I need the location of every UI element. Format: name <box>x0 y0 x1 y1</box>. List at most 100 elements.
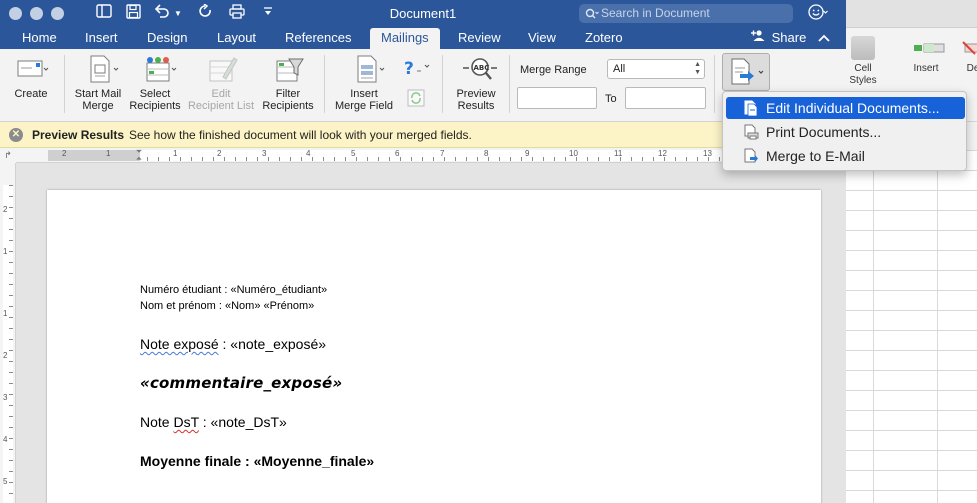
excel-delete-button[interactable]: De <box>958 36 977 75</box>
excel-cell-styles-label-2: Styles <box>849 75 877 86</box>
edit-recipient-list-label-2: Recipient List <box>187 100 255 112</box>
ruler-number: 11 <box>614 149 623 158</box>
undo-dropdown-chevron-icon[interactable]: ▼ <box>172 4 184 23</box>
indent-marker-icon[interactable]: ⏷ ⏶ <box>133 148 145 163</box>
tab-stop-selector-icon[interactable]: ↱ <box>0 148 16 163</box>
ruler-number: 6 <box>395 149 400 158</box>
excel-cell-styles-label-1: Cell <box>854 63 872 74</box>
search-input[interactable]: Search in Document <box>579 4 793 23</box>
insert-merge-field-label-2: Merge Field <box>334 100 394 112</box>
envelope-label-icon <box>15 53 49 85</box>
customize-toolbar-icon[interactable] <box>258 4 278 23</box>
filter-recipients-label-1: Filter <box>275 88 301 100</box>
tab-mailings[interactable]: Mailings <box>370 28 440 49</box>
excel-cell-grid[interactable] <box>846 150 977 503</box>
title-bar: ▼ Document1 Search in Document <box>0 0 846 27</box>
svg-text:?: ? <box>404 59 414 79</box>
close-window-button[interactable] <box>9 7 22 20</box>
update-labels-button[interactable] <box>400 87 434 112</box>
line-note-dst[interactable]: Note DsT : «note_DsT» <box>140 414 287 430</box>
zoom-window-button[interactable] <box>51 7 64 20</box>
message-bar-title: Preview Results <box>32 128 125 142</box>
tab-references[interactable]: References <box>285 27 351 49</box>
menu-item-print-label: Print Documents... <box>766 124 882 140</box>
excel-insert-button[interactable]: Insert <box>904 36 948 75</box>
print-icon[interactable] <box>227 4 247 23</box>
merge-range-select[interactable]: All ▲ ▼ <box>607 59 705 79</box>
ruler-number: 12 <box>658 149 667 158</box>
document-canvas[interactable]: Numéro étudiant : «Numéro_étudiant» Nom … <box>17 164 846 503</box>
ruler-number: 8 <box>484 149 489 158</box>
merge-range-to-input[interactable] <box>625 87 706 109</box>
start-mail-merge-button[interactable]: Start Mail Merge <box>70 53 126 112</box>
select-stepper-icon: ▲ ▼ <box>694 61 701 76</box>
finish-and-merge-button[interactable] <box>722 53 770 91</box>
undo-icon[interactable] <box>152 4 172 23</box>
search-icon <box>585 4 599 26</box>
menu-item-merge-to-email[interactable]: Merge to E-Mail <box>726 145 965 167</box>
feedback-smiley-icon[interactable] <box>808 3 828 23</box>
line-moyenne-finale[interactable]: Moyenne finale : «Moyenne_finale» <box>140 453 374 469</box>
save-icon[interactable] <box>123 4 143 23</box>
ribbon-separator <box>442 55 443 113</box>
vertical-ruler-number: 2 <box>3 205 8 214</box>
preview-results-button[interactable]: ABC Preview Results <box>448 53 504 112</box>
edit-recipient-list-button[interactable]: Edit Recipient List <box>185 53 257 112</box>
filter-recipients-button[interactable]: Filter Recipients <box>259 53 317 112</box>
tab-review[interactable]: Review <box>458 27 501 49</box>
note-dst-prefix: Note <box>140 414 174 430</box>
vertical-ruler-number: 4 <box>3 435 8 444</box>
minimize-window-button[interactable] <box>30 7 43 20</box>
note-expose-label: Note exposé <box>140 336 219 352</box>
excel-cell-styles-button[interactable]: Cell Styles <box>846 36 880 87</box>
ruler-number: 4 <box>306 149 311 158</box>
menu-item-edit-individual-documents[interactable]: Edit Individual Documents... <box>726 97 965 119</box>
excel-titlebar <box>846 0 977 28</box>
create-button[interactable]: Create <box>8 53 54 100</box>
ruler-number: 13 <box>703 149 712 158</box>
document-page[interactable]: Numéro étudiant : «Numéro_étudiant» Nom … <box>47 190 821 503</box>
ribbon-separator <box>714 55 715 113</box>
tab-design[interactable]: Design <box>147 27 187 49</box>
line-numero-etudiant[interactable]: Numéro étudiant : «Numéro_étudiant» <box>140 284 327 296</box>
ruler-number: 2 <box>217 149 222 158</box>
tab-insert[interactable]: Insert <box>85 27 118 49</box>
dismiss-message-close-icon[interactable]: ✕ <box>9 128 23 142</box>
select-recipients-button[interactable]: Select Recipients <box>128 53 182 112</box>
menu-item-print-documents[interactable]: Print Documents... <box>726 121 965 143</box>
note-expose-field: : «note_exposé» <box>218 336 327 352</box>
tab-home[interactable]: Home <box>22 27 57 49</box>
note-dst-field: : «note_DsT» <box>198 414 287 430</box>
redo-icon[interactable] <box>196 3 216 23</box>
preview-results-label-1: Preview <box>456 88 496 100</box>
share-button[interactable]: Share <box>750 27 806 49</box>
share-label: Share <box>771 30 807 45</box>
tab-layout[interactable]: Layout <box>217 27 256 49</box>
line-note-expose[interactable]: Note exposé : «note_exposé» <box>140 336 326 352</box>
share-person-icon <box>751 30 765 41</box>
tab-zotero[interactable]: Zotero <box>585 27 623 49</box>
vertical-ruler-scale <box>3 185 13 503</box>
line-commentaire-expose[interactable]: «commentaire_exposé» <box>140 374 342 392</box>
horizontal-ruler[interactable]: 2 1 1 2 3 4 5 6 7 8 9 10 11 12 13 14 15 … <box>16 148 845 163</box>
ribbon-separator <box>509 55 510 113</box>
vertical-ruler-number: 1 <box>3 309 8 318</box>
preview-results-message-bar: ✕ Preview Results See how the finished d… <box>0 122 846 148</box>
merge-range-from-input[interactable] <box>517 87 597 109</box>
edit-recipient-list-label-1: Edit <box>211 88 231 100</box>
cell-styles-icon <box>851 36 875 60</box>
collapse-ribbon-chevron-up-icon[interactable] <box>818 27 830 49</box>
insert-cells-icon <box>912 36 945 60</box>
finish-merge-menu: Edit Individual Documents... Print Docum… <box>722 91 967 171</box>
vertical-ruler[interactable]: 2 1 1 2 3 4 5 <box>0 163 16 503</box>
preview-results-label-2: Results <box>457 100 495 112</box>
sidebar-toggle-icon[interactable] <box>94 4 114 23</box>
tab-view[interactable]: View <box>528 27 556 49</box>
svg-text:ABC: ABC <box>474 64 490 72</box>
insert-merge-field-button[interactable]: Insert Merge Field <box>331 53 397 112</box>
update-labels-refresh-icon <box>405 87 429 109</box>
ribbon-separator <box>64 55 65 113</box>
rules-button[interactable]: ? <box>400 57 434 82</box>
line-nom-prenom[interactable]: Nom et prénom : «Nom» «Prénom» <box>140 300 314 312</box>
vertical-ruler-number: 1 <box>3 247 8 256</box>
